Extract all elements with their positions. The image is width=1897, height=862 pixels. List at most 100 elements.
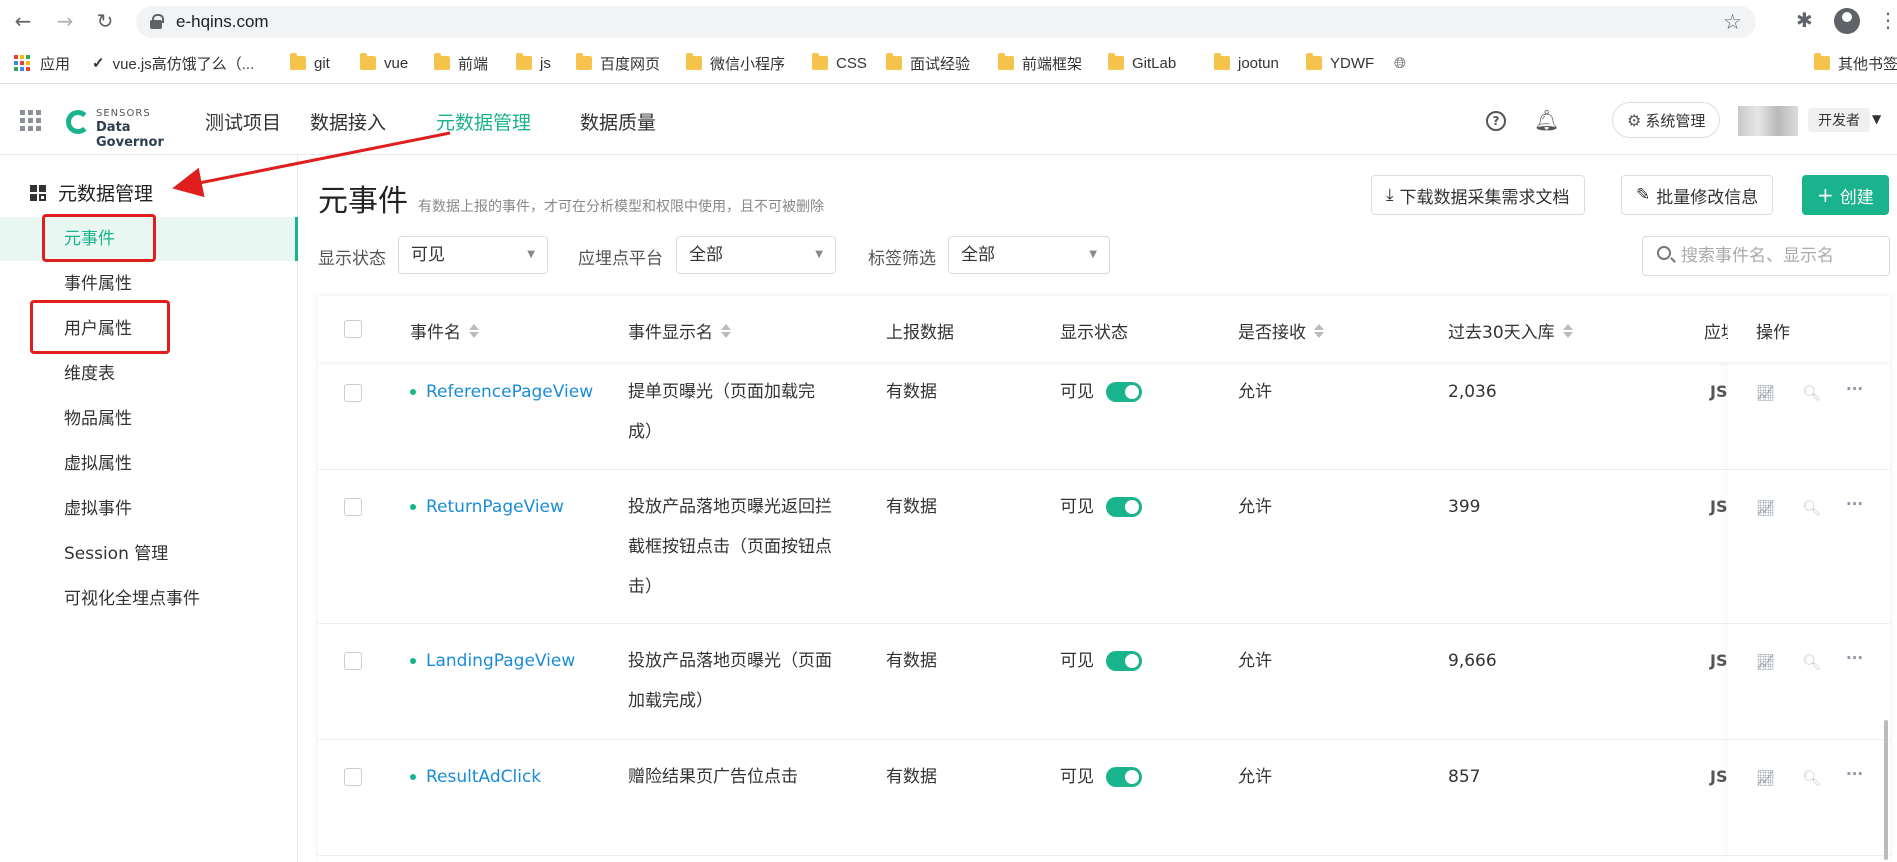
event-name-link[interactable]: LandingPageView bbox=[410, 641, 575, 681]
bookmark-item[interactable]: YDWF bbox=[1306, 52, 1374, 74]
sidebar-item-item-props[interactable]: 物品属性 bbox=[0, 397, 298, 441]
forward-icon[interactable]: → bbox=[54, 10, 76, 32]
event-name-link[interactable]: ReturnPageView bbox=[410, 487, 564, 527]
events-table: 事件名 事件显示名 上报数据 显示状态 是否接收 过去30天入库 应埋 操作 R… bbox=[318, 296, 1890, 862]
bookmark-item[interactable]: 🌐︎ bbox=[1394, 52, 1406, 74]
bookmark-label: CSS bbox=[836, 54, 867, 72]
reload-icon[interactable]: ↻ bbox=[94, 10, 116, 32]
visibility-toggle[interactable] bbox=[1106, 767, 1142, 787]
more-icon[interactable]: ··· bbox=[1846, 649, 1863, 667]
sidebar-item-session[interactable]: Session 管理 bbox=[0, 532, 298, 576]
bookmark-item[interactable]: 应用 bbox=[14, 52, 70, 74]
select-all-checkbox[interactable] bbox=[344, 320, 362, 338]
search-input[interactable] bbox=[1681, 245, 1881, 267]
status-filter-select[interactable]: 可见 ▼ bbox=[398, 236, 548, 274]
browser-menu-icon[interactable]: ⋮ bbox=[1878, 8, 1897, 34]
sidebar-item-visual-tracking[interactable]: 可视化全埋点事件 bbox=[0, 577, 298, 621]
bookmark-item[interactable]: jootun bbox=[1214, 52, 1279, 74]
visibility-toggle[interactable] bbox=[1106, 497, 1142, 517]
avatar[interactable] bbox=[1738, 106, 1798, 136]
bookmark-item[interactable]: git bbox=[290, 52, 330, 74]
table-row[interactable]: ReferencePageView 提单页曝光（页面加载完 成） 有数据 可见 … bbox=[318, 362, 1890, 470]
sidebar-item-dimension-table[interactable]: 维度表 bbox=[0, 352, 298, 396]
visibility-toggle[interactable] bbox=[1106, 651, 1142, 671]
event-name-link[interactable]: ReferencePageView bbox=[410, 372, 593, 412]
edit-icon: ✎ bbox=[1636, 185, 1651, 205]
trend-chart-icon[interactable]: 📈︎ bbox=[1756, 499, 1775, 517]
extensions-icon[interactable]: ✱ bbox=[1796, 8, 1822, 34]
other-bookmarks[interactable]: 其他书签 bbox=[1814, 52, 1897, 74]
bookmark-item[interactable]: 面试经验 bbox=[886, 52, 970, 74]
sort-icon[interactable] bbox=[469, 323, 479, 338]
inspect-doc-icon[interactable]: 🔍︎ bbox=[1802, 499, 1821, 517]
platform-badge: JS bbox=[1710, 651, 1728, 670]
role-badge[interactable]: 开发者 bbox=[1808, 108, 1870, 132]
sidebar-title: 元数据管理 bbox=[30, 179, 153, 206]
display-name-line: 成） bbox=[628, 422, 662, 442]
bookmark-item[interactable]: 前端框架 bbox=[998, 52, 1082, 74]
back-icon[interactable]: ← bbox=[12, 10, 34, 32]
tag-filter-select[interactable]: 全部 ▼ bbox=[948, 236, 1110, 274]
count-30d: 399 bbox=[1448, 497, 1481, 517]
bookmark-item[interactable]: 百度网页 bbox=[576, 52, 660, 74]
sidebar-item-virtual-props[interactable]: 虚拟属性 bbox=[0, 442, 298, 486]
sort-icon[interactable] bbox=[1314, 323, 1324, 338]
inspect-doc-icon[interactable]: 🔍︎ bbox=[1802, 384, 1821, 402]
help-icon[interactable]: ? bbox=[1486, 111, 1506, 131]
bookmark-item[interactable]: CSS bbox=[812, 52, 867, 74]
inspect-doc-icon[interactable]: 🔍︎ bbox=[1802, 769, 1821, 787]
project-selector[interactable]: 测试项目 bbox=[205, 108, 281, 135]
url-text[interactable]: e-hqins.com bbox=[176, 12, 269, 32]
sort-icon[interactable] bbox=[721, 323, 731, 338]
row-checkbox[interactable] bbox=[344, 768, 362, 786]
search-box[interactable] bbox=[1642, 236, 1890, 276]
table-row[interactable]: ReturnPageView 投放产品落地页曝光返回拦 截框按钮点击（页面按钮点… bbox=[318, 470, 1890, 624]
trend-chart-icon[interactable]: 📈︎ bbox=[1756, 653, 1775, 671]
row-checkbox[interactable] bbox=[344, 498, 362, 516]
bookmark-star-icon[interactable]: ☆ bbox=[1723, 10, 1742, 34]
col-platform-label: 应埋 bbox=[1704, 323, 1728, 343]
bookmark-item[interactable]: vue bbox=[360, 52, 408, 74]
sort-icon[interactable] bbox=[1562, 323, 1573, 338]
more-icon[interactable]: ··· bbox=[1846, 765, 1863, 783]
row-checkbox[interactable] bbox=[344, 384, 362, 402]
bookmark-item[interactable]: 微信小程序 bbox=[686, 52, 785, 74]
more-icon[interactable]: ··· bbox=[1846, 380, 1863, 398]
bookmark-item[interactable]: GitLab bbox=[1108, 52, 1176, 74]
bookmark-label: vue.js高仿饿了么（... bbox=[112, 55, 255, 73]
col-count-30d[interactable]: 过去30天入库 bbox=[1448, 318, 1573, 343]
bookmark-item[interactable]: js bbox=[516, 52, 551, 74]
row-checkbox[interactable] bbox=[344, 652, 362, 670]
batch-edit-button[interactable]: ✎ 批量修改信息 bbox=[1621, 175, 1774, 215]
bookmark-item[interactable]: ✓ vue.js高仿饿了么（... bbox=[92, 52, 254, 74]
trend-chart-icon[interactable]: 📈︎ bbox=[1756, 384, 1775, 402]
system-settings-button[interactable]: ⚙ 系统管理 bbox=[1612, 102, 1721, 138]
chevron-down-icon[interactable]: ▼ bbox=[1872, 112, 1881, 126]
col-event-name[interactable]: 事件名 bbox=[410, 318, 479, 343]
trend-chart-icon[interactable]: 📈︎ bbox=[1756, 769, 1775, 787]
sidebar-item-virtual-events[interactable]: 虚拟事件 bbox=[0, 487, 298, 531]
nav-metadata[interactable]: 元数据管理 bbox=[436, 108, 531, 135]
nav-data-access[interactable]: 数据接入 bbox=[310, 108, 386, 135]
inspect-doc-icon[interactable]: 🔍︎ bbox=[1802, 653, 1821, 671]
download-doc-button[interactable]: ⤓ 下载数据采集需求文档 bbox=[1371, 175, 1585, 215]
logo[interactable]: SENSORS Data Governor bbox=[66, 108, 192, 150]
col-accept[interactable]: 是否接收 bbox=[1238, 318, 1324, 343]
col-reported-label: 上报数据 bbox=[886, 323, 954, 343]
nav-data-quality[interactable]: 数据质量 bbox=[580, 108, 656, 135]
table-row[interactable]: ResultAdClick 赠险结果页广告位点击 有数据 可见 允许 857 J… bbox=[318, 740, 1890, 856]
event-name-link[interactable]: ResultAdClick bbox=[410, 757, 541, 797]
create-button[interactable]: + 创建 bbox=[1802, 175, 1889, 215]
platform-filter-select[interactable]: 全部 ▼ bbox=[676, 236, 836, 274]
profile-icon[interactable] bbox=[1834, 8, 1860, 34]
app-grid-icon[interactable] bbox=[20, 110, 41, 131]
table-row[interactable]: LandingPageView 投放产品落地页曝光（页面 加载完成） 有数据 可… bbox=[318, 624, 1890, 740]
visibility-toggle[interactable] bbox=[1106, 382, 1142, 402]
col-actions-label: 操作 bbox=[1756, 323, 1790, 343]
scrollbar[interactable] bbox=[1884, 720, 1888, 860]
address-bar[interactable]: e-hqins.com ☆ bbox=[136, 6, 1756, 38]
bell-icon[interactable]: 🔔︎ bbox=[1534, 108, 1559, 132]
col-display-name[interactable]: 事件显示名 bbox=[628, 318, 731, 343]
bookmark-item[interactable]: 前端 bbox=[434, 52, 488, 74]
more-icon[interactable]: ··· bbox=[1846, 495, 1863, 513]
